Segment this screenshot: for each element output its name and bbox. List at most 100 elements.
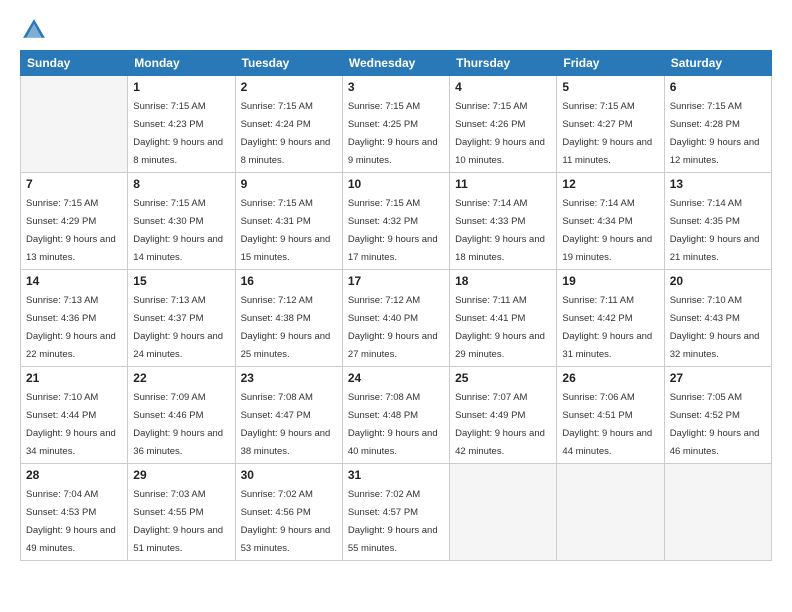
day-number: 1 (133, 80, 229, 94)
week-row-4: 28 Sunrise: 7:04 AMSunset: 4:53 PMDaylig… (21, 464, 772, 561)
day-number: 12 (562, 177, 658, 191)
day-number: 11 (455, 177, 551, 191)
week-row-3: 21 Sunrise: 7:10 AMSunset: 4:44 PMDaylig… (21, 367, 772, 464)
day-number: 25 (455, 371, 551, 385)
calendar-cell: 8 Sunrise: 7:15 AMSunset: 4:30 PMDayligh… (128, 173, 235, 270)
cell-info: Sunrise: 7:12 AMSunset: 4:38 PMDaylight:… (241, 295, 331, 360)
day-number: 28 (26, 468, 122, 482)
week-row-1: 7 Sunrise: 7:15 AMSunset: 4:29 PMDayligh… (21, 173, 772, 270)
cell-info: Sunrise: 7:12 AMSunset: 4:40 PMDaylight:… (348, 295, 438, 360)
day-number: 31 (348, 468, 444, 482)
cell-info: Sunrise: 7:15 AMSunset: 4:31 PMDaylight:… (241, 198, 331, 263)
calendar-cell: 20 Sunrise: 7:10 AMSunset: 4:43 PMDaylig… (664, 270, 771, 367)
cell-info: Sunrise: 7:11 AMSunset: 4:42 PMDaylight:… (562, 295, 652, 360)
calendar-cell: 28 Sunrise: 7:04 AMSunset: 4:53 PMDaylig… (21, 464, 128, 561)
calendar-cell: 9 Sunrise: 7:15 AMSunset: 4:31 PMDayligh… (235, 173, 342, 270)
calendar-cell: 4 Sunrise: 7:15 AMSunset: 4:26 PMDayligh… (450, 76, 557, 173)
calendar-cell: 18 Sunrise: 7:11 AMSunset: 4:41 PMDaylig… (450, 270, 557, 367)
calendar-cell (557, 464, 664, 561)
cell-info: Sunrise: 7:09 AMSunset: 4:46 PMDaylight:… (133, 392, 223, 457)
cell-info: Sunrise: 7:04 AMSunset: 4:53 PMDaylight:… (26, 489, 116, 554)
day-number: 14 (26, 274, 122, 288)
calendar-cell: 26 Sunrise: 7:06 AMSunset: 4:51 PMDaylig… (557, 367, 664, 464)
cell-info: Sunrise: 7:14 AMSunset: 4:33 PMDaylight:… (455, 198, 545, 263)
calendar-cell: 12 Sunrise: 7:14 AMSunset: 4:34 PMDaylig… (557, 173, 664, 270)
calendar-cell: 31 Sunrise: 7:02 AMSunset: 4:57 PMDaylig… (342, 464, 449, 561)
day-number: 10 (348, 177, 444, 191)
header-wednesday: Wednesday (342, 51, 449, 76)
day-number: 8 (133, 177, 229, 191)
header-thursday: Thursday (450, 51, 557, 76)
cell-info: Sunrise: 7:15 AMSunset: 4:26 PMDaylight:… (455, 101, 545, 166)
day-number: 4 (455, 80, 551, 94)
cell-info: Sunrise: 7:15 AMSunset: 4:27 PMDaylight:… (562, 101, 652, 166)
cell-info: Sunrise: 7:10 AMSunset: 4:44 PMDaylight:… (26, 392, 116, 457)
calendar-cell: 6 Sunrise: 7:15 AMSunset: 4:28 PMDayligh… (664, 76, 771, 173)
calendar-cell (664, 464, 771, 561)
cell-info: Sunrise: 7:06 AMSunset: 4:51 PMDaylight:… (562, 392, 652, 457)
calendar-cell: 14 Sunrise: 7:13 AMSunset: 4:36 PMDaylig… (21, 270, 128, 367)
calendar-cell (21, 76, 128, 173)
header-sunday: Sunday (21, 51, 128, 76)
calendar-cell: 27 Sunrise: 7:05 AMSunset: 4:52 PMDaylig… (664, 367, 771, 464)
cell-info: Sunrise: 7:13 AMSunset: 4:36 PMDaylight:… (26, 295, 116, 360)
calendar-cell: 17 Sunrise: 7:12 AMSunset: 4:40 PMDaylig… (342, 270, 449, 367)
calendar-cell: 15 Sunrise: 7:13 AMSunset: 4:37 PMDaylig… (128, 270, 235, 367)
cell-info: Sunrise: 7:15 AMSunset: 4:24 PMDaylight:… (241, 101, 331, 166)
cell-info: Sunrise: 7:15 AMSunset: 4:23 PMDaylight:… (133, 101, 223, 166)
calendar-cell: 3 Sunrise: 7:15 AMSunset: 4:25 PMDayligh… (342, 76, 449, 173)
calendar-cell: 21 Sunrise: 7:10 AMSunset: 4:44 PMDaylig… (21, 367, 128, 464)
cell-info: Sunrise: 7:08 AMSunset: 4:48 PMDaylight:… (348, 392, 438, 457)
cell-info: Sunrise: 7:02 AMSunset: 4:57 PMDaylight:… (348, 489, 438, 554)
header-monday: Monday (128, 51, 235, 76)
day-number: 15 (133, 274, 229, 288)
header (20, 16, 772, 44)
logo-icon (20, 16, 48, 44)
calendar-cell (450, 464, 557, 561)
logo (20, 16, 52, 44)
calendar-cell: 7 Sunrise: 7:15 AMSunset: 4:29 PMDayligh… (21, 173, 128, 270)
calendar-cell: 19 Sunrise: 7:11 AMSunset: 4:42 PMDaylig… (557, 270, 664, 367)
cell-info: Sunrise: 7:14 AMSunset: 4:34 PMDaylight:… (562, 198, 652, 263)
calendar-cell: 23 Sunrise: 7:08 AMSunset: 4:47 PMDaylig… (235, 367, 342, 464)
day-number: 13 (670, 177, 766, 191)
calendar-cell: 29 Sunrise: 7:03 AMSunset: 4:55 PMDaylig… (128, 464, 235, 561)
cell-info: Sunrise: 7:02 AMSunset: 4:56 PMDaylight:… (241, 489, 331, 554)
cell-info: Sunrise: 7:15 AMSunset: 4:28 PMDaylight:… (670, 101, 760, 166)
day-number: 30 (241, 468, 337, 482)
day-number: 9 (241, 177, 337, 191)
day-number: 2 (241, 80, 337, 94)
day-number: 3 (348, 80, 444, 94)
day-number: 6 (670, 80, 766, 94)
calendar-cell: 22 Sunrise: 7:09 AMSunset: 4:46 PMDaylig… (128, 367, 235, 464)
calendar-cell: 10 Sunrise: 7:15 AMSunset: 4:32 PMDaylig… (342, 173, 449, 270)
calendar-cell: 30 Sunrise: 7:02 AMSunset: 4:56 PMDaylig… (235, 464, 342, 561)
cell-info: Sunrise: 7:07 AMSunset: 4:49 PMDaylight:… (455, 392, 545, 457)
cell-info: Sunrise: 7:10 AMSunset: 4:43 PMDaylight:… (670, 295, 760, 360)
day-number: 23 (241, 371, 337, 385)
day-number: 5 (562, 80, 658, 94)
calendar-cell: 24 Sunrise: 7:08 AMSunset: 4:48 PMDaylig… (342, 367, 449, 464)
cell-info: Sunrise: 7:08 AMSunset: 4:47 PMDaylight:… (241, 392, 331, 457)
cell-info: Sunrise: 7:05 AMSunset: 4:52 PMDaylight:… (670, 392, 760, 457)
header-row: SundayMondayTuesdayWednesdayThursdayFrid… (21, 51, 772, 76)
day-number: 22 (133, 371, 229, 385)
cell-info: Sunrise: 7:15 AMSunset: 4:29 PMDaylight:… (26, 198, 116, 263)
day-number: 24 (348, 371, 444, 385)
cell-info: Sunrise: 7:13 AMSunset: 4:37 PMDaylight:… (133, 295, 223, 360)
calendar-cell: 1 Sunrise: 7:15 AMSunset: 4:23 PMDayligh… (128, 76, 235, 173)
week-row-0: 1 Sunrise: 7:15 AMSunset: 4:23 PMDayligh… (21, 76, 772, 173)
header-saturday: Saturday (664, 51, 771, 76)
header-friday: Friday (557, 51, 664, 76)
calendar-cell: 16 Sunrise: 7:12 AMSunset: 4:38 PMDaylig… (235, 270, 342, 367)
header-tuesday: Tuesday (235, 51, 342, 76)
day-number: 21 (26, 371, 122, 385)
calendar-cell: 2 Sunrise: 7:15 AMSunset: 4:24 PMDayligh… (235, 76, 342, 173)
calendar-table: SundayMondayTuesdayWednesdayThursdayFrid… (20, 50, 772, 561)
day-number: 17 (348, 274, 444, 288)
day-number: 20 (670, 274, 766, 288)
day-number: 26 (562, 371, 658, 385)
day-number: 27 (670, 371, 766, 385)
week-row-2: 14 Sunrise: 7:13 AMSunset: 4:36 PMDaylig… (21, 270, 772, 367)
day-number: 19 (562, 274, 658, 288)
